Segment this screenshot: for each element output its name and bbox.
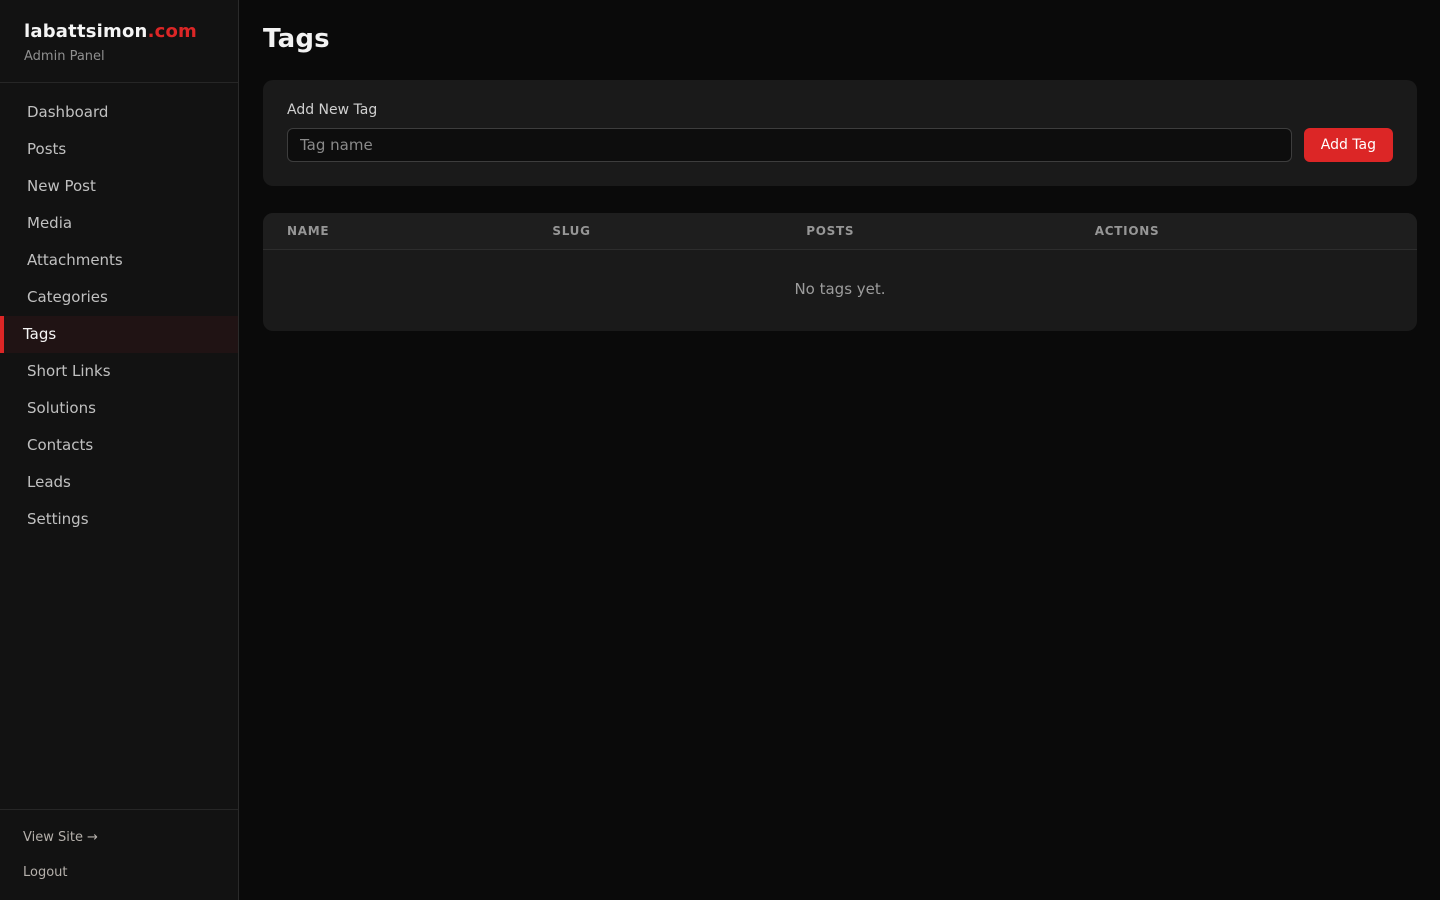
- main-content: Tags Add New Tag Add Tag NAME SLUG POSTS…: [239, 0, 1440, 900]
- add-tag-card: Add New Tag Add Tag: [263, 80, 1417, 186]
- admin-panel-subtitle: Admin Panel: [24, 49, 214, 64]
- site-logo: labattsimon.com: [24, 21, 214, 42]
- table-header-row: NAME SLUG POSTS ACTIONS: [263, 213, 1417, 250]
- sidebar-item-media[interactable]: Media: [0, 205, 238, 242]
- sidebar-item-categories[interactable]: Categories: [0, 279, 238, 316]
- sidebar: labattsimon.com Admin Panel Dashboard Po…: [0, 0, 239, 900]
- add-tag-button[interactable]: Add Tag: [1304, 128, 1393, 162]
- add-tag-form: Add Tag: [287, 128, 1393, 162]
- view-site-label: View Site: [23, 830, 83, 845]
- arrow-right-icon: →: [87, 830, 98, 845]
- tag-name-input[interactable]: [287, 128, 1292, 162]
- sidebar-item-settings[interactable]: Settings: [0, 501, 238, 538]
- add-new-tag-label: Add New Tag: [287, 102, 1393, 118]
- sidebar-item-dashboard[interactable]: Dashboard: [0, 94, 238, 131]
- sidebar-item-contacts[interactable]: Contacts: [0, 427, 238, 464]
- sidebar-footer: View Site → Logout: [0, 809, 238, 900]
- sidebar-item-posts[interactable]: Posts: [0, 131, 238, 168]
- column-header-slug: SLUG: [528, 224, 782, 238]
- column-header-actions: ACTIONS: [1071, 224, 1417, 238]
- sidebar-item-attachments[interactable]: Attachments: [0, 242, 238, 279]
- sidebar-header: labattsimon.com Admin Panel: [0, 0, 238, 83]
- column-header-posts: POSTS: [782, 224, 1071, 238]
- sidebar-item-short-links[interactable]: Short Links: [0, 353, 238, 390]
- sidebar-nav: Dashboard Posts New Post Media Attachmen…: [0, 83, 238, 809]
- empty-state-message: No tags yet.: [263, 250, 1417, 331]
- logout-link[interactable]: Logout: [23, 865, 215, 880]
- page-title: Tags: [263, 24, 1417, 54]
- sidebar-item-solutions[interactable]: Solutions: [0, 390, 238, 427]
- site-logo-name: labattsimon: [24, 21, 148, 42]
- sidebar-item-new-post[interactable]: New Post: [0, 168, 238, 205]
- tags-table: NAME SLUG POSTS ACTIONS No tags yet.: [263, 213, 1417, 331]
- site-logo-tld: .com: [148, 21, 197, 42]
- sidebar-item-leads[interactable]: Leads: [0, 464, 238, 501]
- column-header-name: NAME: [263, 224, 528, 238]
- view-site-link[interactable]: View Site →: [23, 830, 215, 845]
- sidebar-item-tags[interactable]: Tags: [0, 316, 238, 353]
